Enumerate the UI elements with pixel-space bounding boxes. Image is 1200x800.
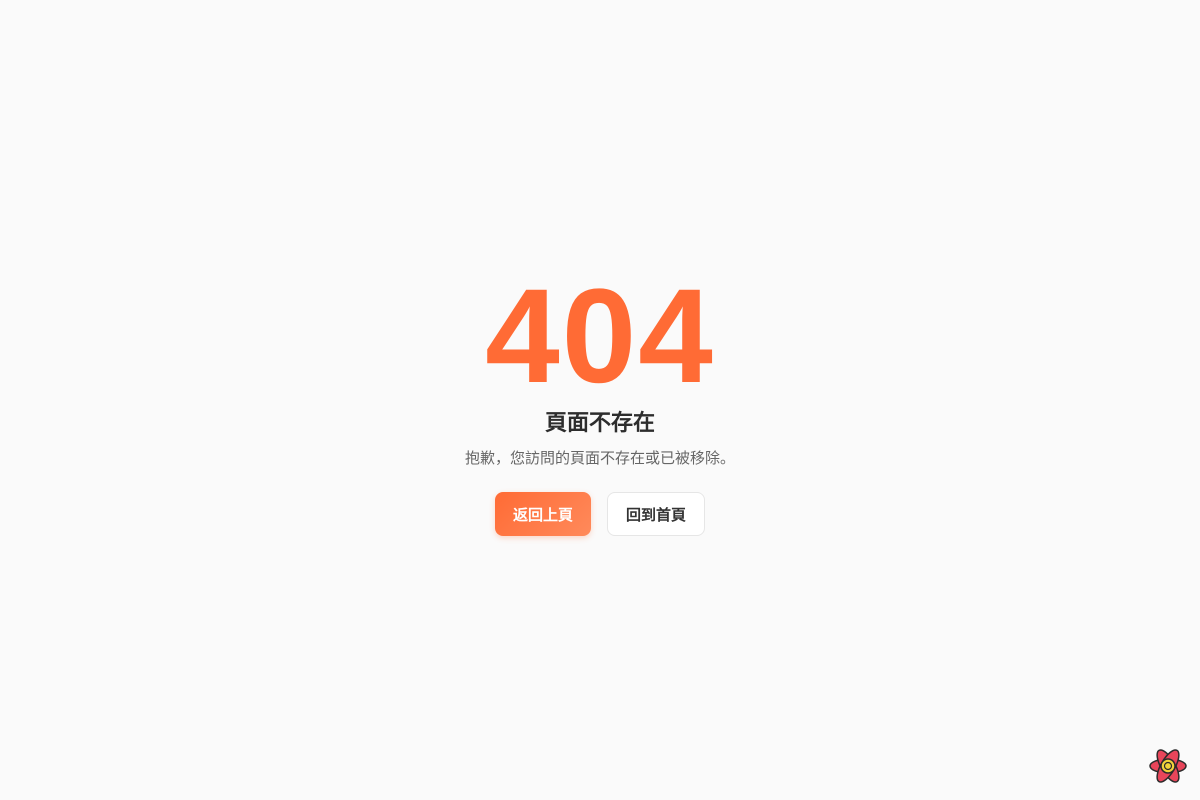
- go-back-button[interactable]: 返回上頁: [495, 492, 591, 536]
- action-buttons: 返回上頁 回到首頁: [495, 492, 705, 536]
- atom-logo-icon[interactable]: [1148, 746, 1188, 786]
- home-button[interactable]: 回到首頁: [607, 492, 705, 536]
- error-content: 404 頁面不存在 抱歉，您訪問的頁面不存在或已被移除。 返回上頁 回到首頁: [0, 270, 1200, 536]
- not-found-page: 404 頁面不存在 抱歉，您訪問的頁面不存在或已被移除。 返回上頁 回到首頁: [0, 0, 1200, 800]
- page-title: 頁面不存在: [544, 411, 655, 436]
- error-code: 404: [485, 262, 715, 411]
- error-description: 抱歉，您訪問的頁面不存在或已被移除。: [464, 449, 735, 467]
